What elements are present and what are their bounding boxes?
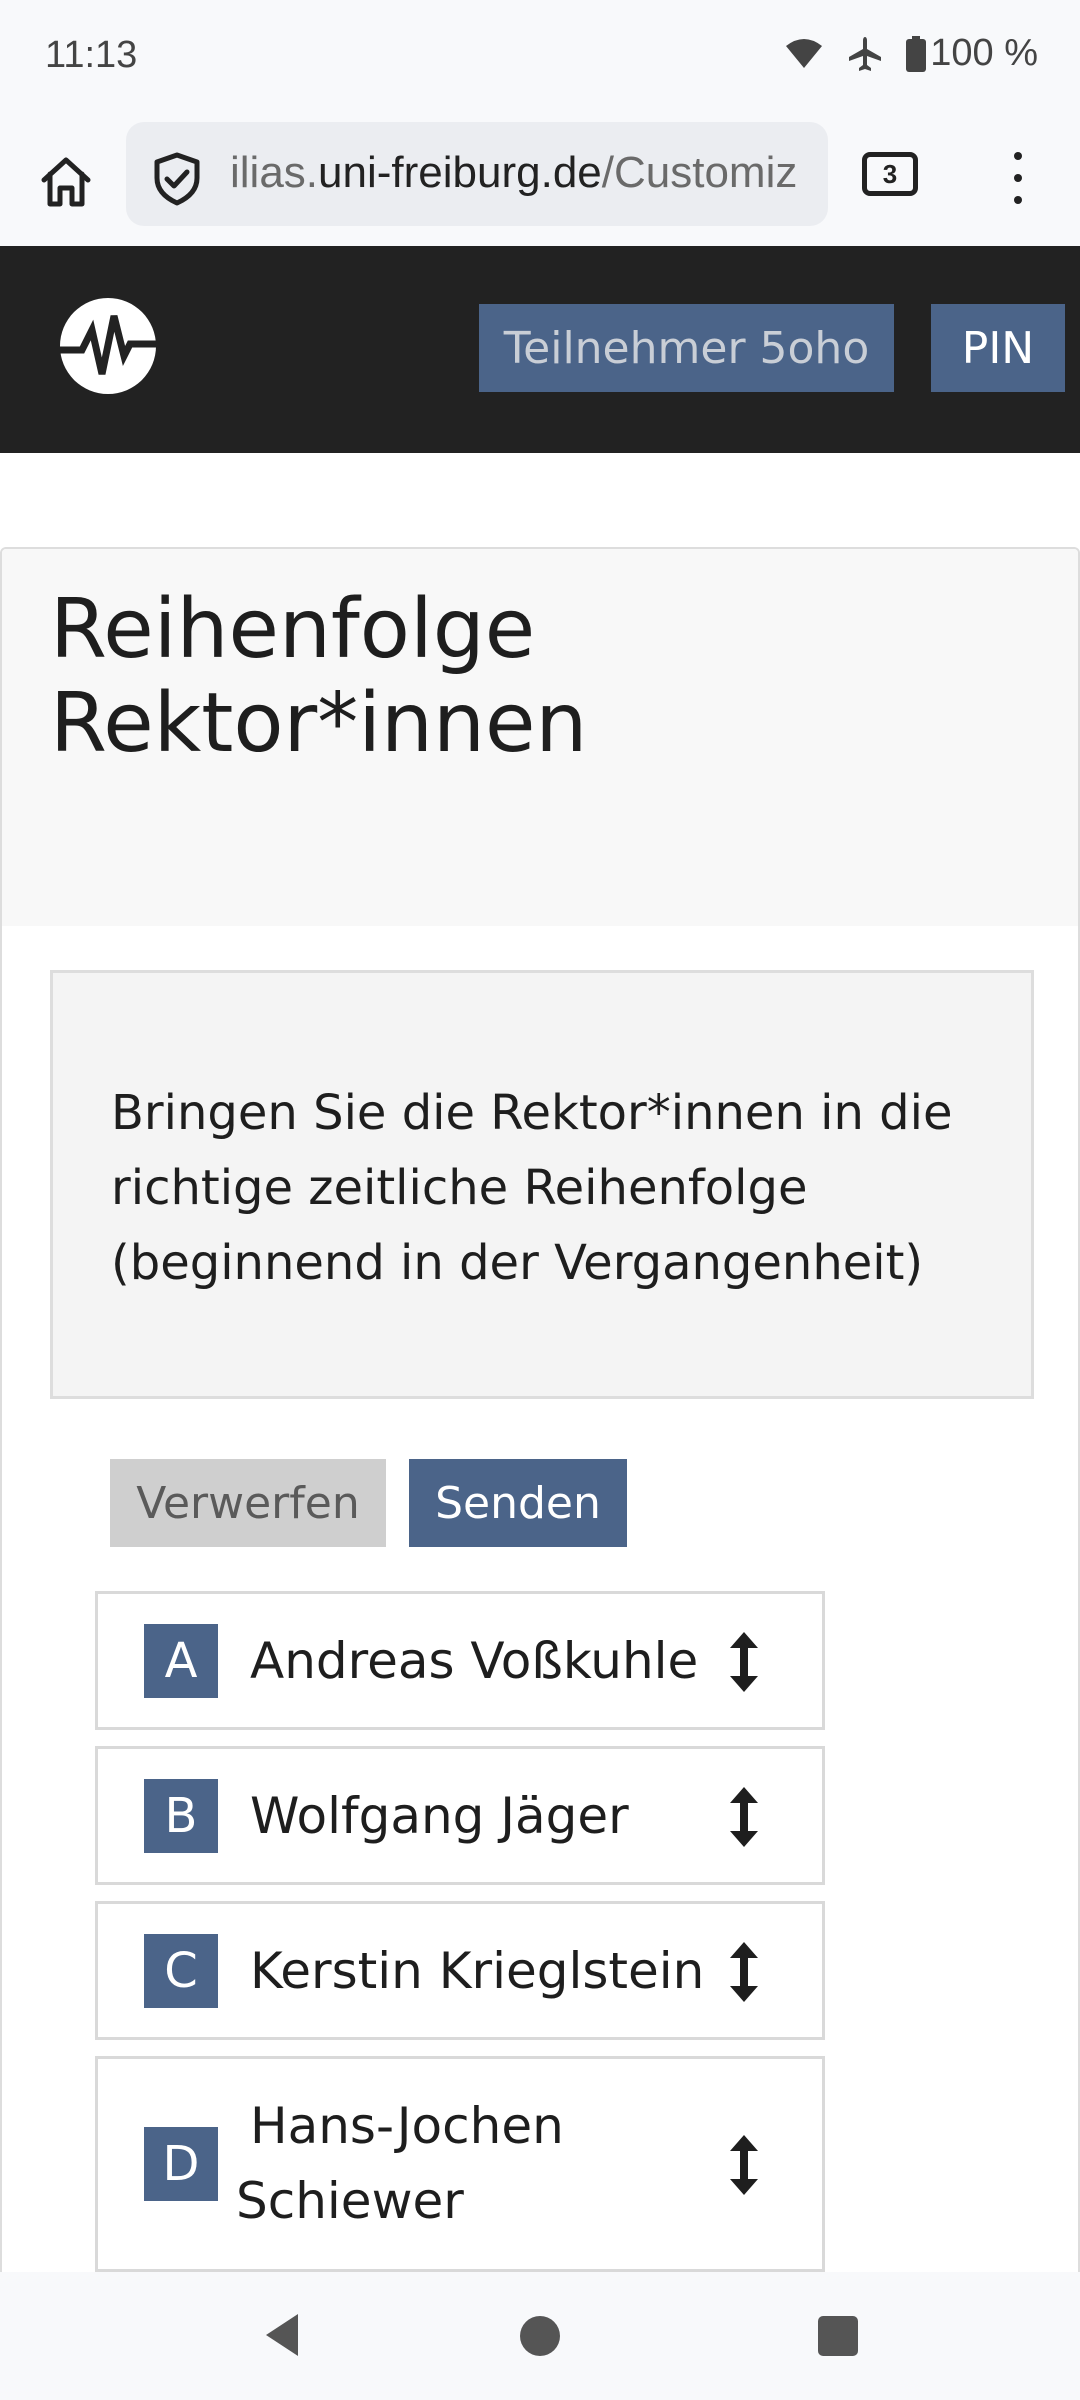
battery-level: 100 %	[930, 32, 1038, 74]
discard-button[interactable]: Verwerfen	[110, 1459, 386, 1547]
battery-icon	[906, 35, 927, 72]
url-subdomain: ilias.	[230, 148, 319, 197]
logo-icon[interactable]	[56, 294, 160, 398]
tab-switcher-button[interactable]: 3	[862, 152, 918, 196]
question-title: Reihenfolge Rektor*innen	[50, 583, 950, 771]
pin-button[interactable]: PIN	[931, 304, 1065, 392]
question-card: Reihenfolge Rektor*innen Bringen Sie die…	[0, 547, 1080, 2400]
drag-handle-icon[interactable]	[724, 1785, 764, 1849]
item-name-line-2: Schiewer	[236, 2172, 464, 2230]
status-time: 11:13	[45, 34, 138, 76]
more-menu-icon	[1014, 152, 1022, 160]
item-name: Andreas Voßkuhle	[250, 1632, 699, 1690]
drag-handle-icon[interactable]	[724, 1630, 764, 1694]
order-list: A Andreas Voßkuhle B Wolfgang Jäger C Ke…	[95, 1591, 825, 2288]
url-bar[interactable]: ilias.uni-freiburg.de/Customiz	[126, 122, 828, 226]
item-letter: A	[144, 1624, 218, 1698]
item-name: Kerstin Krieglstein	[250, 1942, 705, 2000]
order-item-c[interactable]: C Kerstin Krieglstein	[95, 1901, 825, 2040]
browser-toolbar: ilias.uni-freiburg.de/Customiz 3	[0, 118, 1080, 246]
home-icon	[41, 157, 91, 207]
item-letter: C	[144, 1934, 218, 2008]
more-menu-button[interactable]	[1000, 146, 1036, 210]
url-text: ilias.uni-freiburg.de/Customiz	[230, 148, 797, 198]
item-name: Wolfgang Jäger	[250, 1787, 629, 1845]
user-button[interactable]: Teilnehmer 5oho	[479, 304, 894, 392]
home-nav-icon[interactable]	[520, 2316, 560, 2356]
back-icon[interactable]	[262, 2312, 302, 2358]
item-name: Hans-Jochen	[250, 2097, 564, 2155]
status-bar: 11:13 100 %	[0, 0, 1080, 118]
drag-handle-icon[interactable]	[724, 1940, 764, 2004]
system-nav-bar	[0, 2272, 1080, 2400]
drag-handle-icon[interactable]	[724, 2133, 764, 2197]
home-button[interactable]	[30, 146, 102, 218]
order-item-a[interactable]: A Andreas Voßkuhle	[95, 1591, 825, 1730]
instruction-text: Bringen Sie die Rektor*innen in die rich…	[111, 1085, 953, 1291]
status-icons: 100 %	[784, 32, 1038, 75]
order-item-b[interactable]: B Wolfgang Jäger	[95, 1746, 825, 1885]
question-title-line-2: Rektor*innen	[50, 676, 588, 771]
site-header: Teilnehmer 5oho PIN	[0, 246, 1080, 453]
airplane-icon	[849, 36, 882, 71]
url-domain: uni-freiburg.de	[318, 148, 602, 197]
shield-icon	[154, 152, 200, 206]
url-path: /Customiz	[601, 148, 798, 197]
question-title-line-1: Reihenfolge	[50, 582, 536, 677]
wifi-icon	[786, 38, 823, 68]
instruction-box: Bringen Sie die Rektor*innen in die rich…	[50, 970, 1034, 1399]
item-letter: B	[144, 1779, 218, 1853]
item-letter: D	[144, 2127, 218, 2201]
order-item-d[interactable]: D Hans-Jochen Schiewer	[95, 2056, 825, 2272]
recent-apps-icon[interactable]	[818, 2316, 858, 2356]
card-header: Reihenfolge Rektor*innen	[2, 549, 1078, 926]
send-button[interactable]: Senden	[409, 1459, 627, 1547]
